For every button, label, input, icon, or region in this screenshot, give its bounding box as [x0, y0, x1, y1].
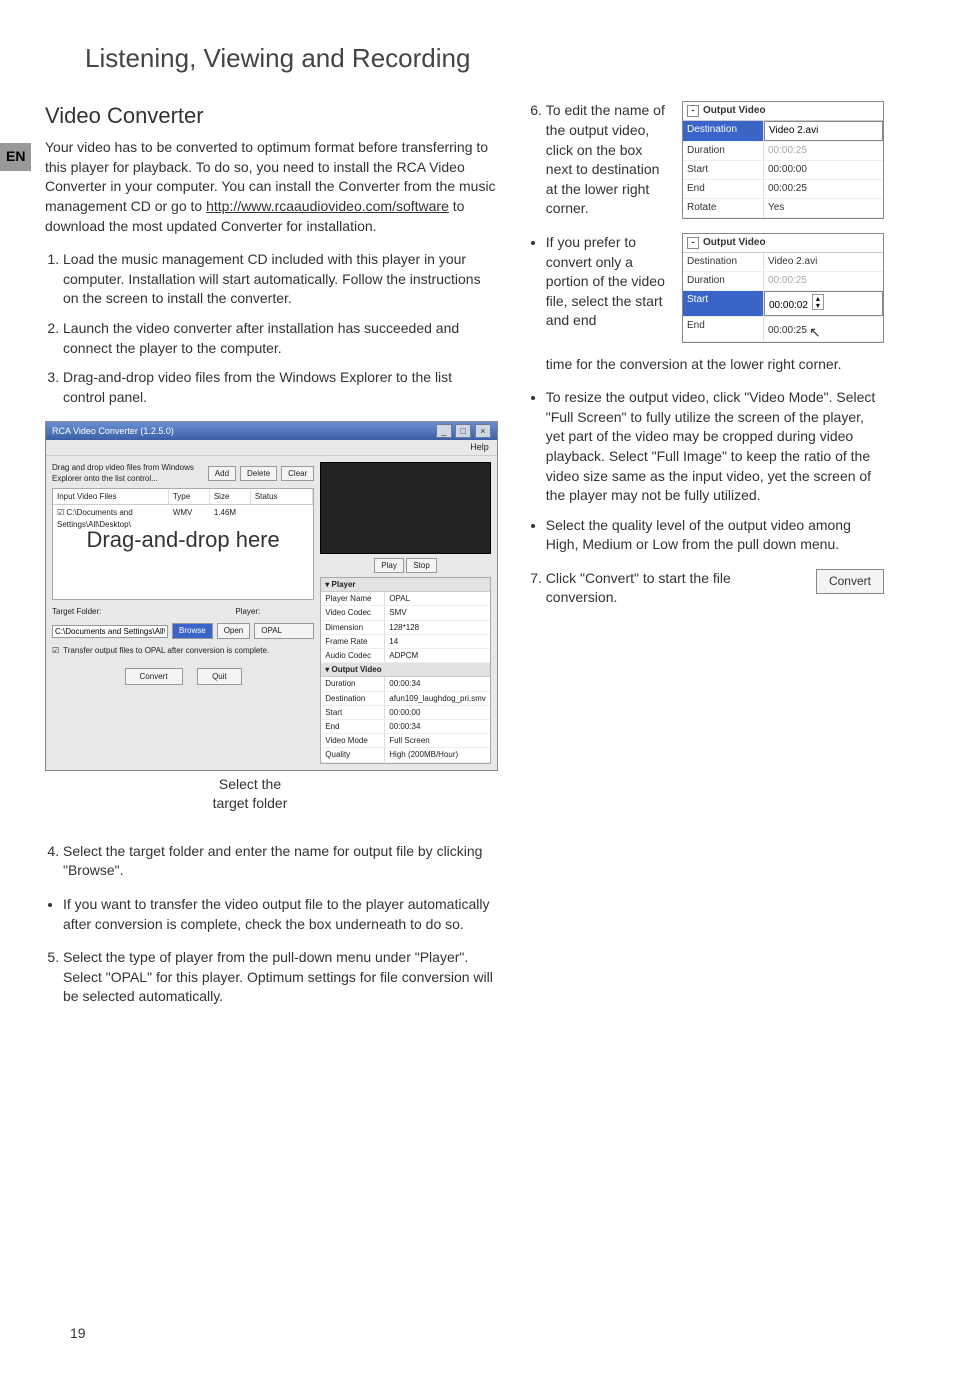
step-1: Load the music management CD included wi…: [63, 250, 498, 309]
step-5: Select the type of player from the pull-…: [63, 948, 498, 1007]
player-select[interactable]: OPAL: [254, 623, 314, 638]
info-table: ▾ Player Player NameOPAL Video CodecSMV …: [320, 577, 491, 763]
converter-window: RCA Video Converter (1.2.5.0) _ □ × Help…: [45, 421, 498, 770]
sub-title: Video Converter: [45, 101, 498, 132]
output-group: ▾ Output Video: [321, 663, 490, 677]
cursor-icon: ↖: [809, 323, 821, 343]
browse-button[interactable]: Browse: [172, 623, 213, 638]
collapse-icon[interactable]: -: [687, 237, 699, 249]
close-icon[interactable]: ×: [475, 424, 491, 438]
clear-button[interactable]: Clear: [281, 466, 314, 481]
software-link[interactable]: http://www.rcaaudiovideo.com/software: [206, 198, 449, 214]
target-folder-caption: Select the target folder: [160, 775, 340, 814]
mini1-destination-row[interactable]: DestinationVideo 2.avi: [683, 121, 883, 142]
left-bullet-1: If you want to transfer the video output…: [63, 895, 498, 934]
mini2-start-row[interactable]: Start00:00:02▴▾: [683, 291, 883, 317]
language-tab: EN: [0, 143, 31, 171]
right-bullet-1-head: If you prefer to convert only a portion …: [546, 233, 672, 331]
window-title: RCA Video Converter (1.2.5.0): [52, 425, 174, 438]
output-video-table-1: -Output Video DestinationVideo 2.avi Dur…: [682, 101, 884, 219]
row-type: WMV: [169, 505, 210, 531]
col-status: Status: [251, 489, 313, 504]
step-3: Drag-and-drop video files from the Windo…: [63, 368, 498, 407]
transfer-checkbox-label: Transfer output files to OPAL after conv…: [63, 645, 269, 656]
drag-instruction: Drag and drop video files from Windows E…: [52, 462, 204, 484]
row-path: ☑ C:\Documents and Settings\All\Desktop\: [53, 505, 169, 531]
transfer-checkbox[interactable]: ☑: [52, 645, 59, 656]
row-size: 1.46M: [210, 505, 251, 531]
intro-paragraph: Your video has to be converted to optimu…: [45, 138, 498, 236]
step-6: To edit the name of the output video, cl…: [546, 101, 672, 219]
maximize-icon[interactable]: □: [455, 424, 471, 438]
player-group: ▾ Player: [321, 578, 490, 592]
delete-button[interactable]: Delete: [240, 466, 277, 481]
preview-area: [320, 462, 491, 554]
file-list[interactable]: Input Video Files Type Size Status ☑ C:\…: [52, 488, 314, 600]
help-menu[interactable]: Help: [46, 440, 497, 456]
section-title: Listening, Viewing and Recording: [85, 40, 884, 76]
play-button[interactable]: Play: [374, 558, 404, 573]
col-input: Input Video Files: [53, 489, 169, 504]
convert-button-image[interactable]: Convert: [816, 569, 884, 594]
step-2: Launch the video converter after install…: [63, 319, 498, 358]
col-type: Type: [169, 489, 210, 504]
target-folder-input[interactable]: [52, 625, 168, 638]
convert-button[interactable]: Convert: [125, 668, 183, 685]
minimize-icon[interactable]: _: [436, 424, 452, 438]
player-label: Player:: [235, 606, 260, 617]
spinner-icon[interactable]: ▴▾: [812, 294, 824, 310]
col-size: Size: [210, 489, 251, 504]
right-bullet-1-tail: time for the conversion at the lower rig…: [546, 355, 884, 375]
step-4: Select the target folder and enter the n…: [63, 842, 498, 881]
quit-button[interactable]: Quit: [197, 668, 242, 685]
open-button[interactable]: Open: [217, 623, 251, 638]
add-button[interactable]: Add: [208, 466, 236, 481]
window-controls: _ □ ×: [435, 424, 491, 438]
stop-button[interactable]: Stop: [406, 558, 436, 573]
target-folder-label: Target Folder:: [52, 606, 101, 617]
titlebar: RCA Video Converter (1.2.5.0) _ □ ×: [46, 422, 497, 440]
output-video-table-2: -Output Video DestinationVideo 2.avi Dur…: [682, 233, 884, 343]
page-number: 19: [70, 1324, 86, 1344]
right-bullet-2: To resize the output video, click "Video…: [546, 388, 884, 506]
collapse-icon[interactable]: -: [687, 105, 699, 117]
right-bullet-3: Select the quality level of the output v…: [546, 516, 884, 555]
